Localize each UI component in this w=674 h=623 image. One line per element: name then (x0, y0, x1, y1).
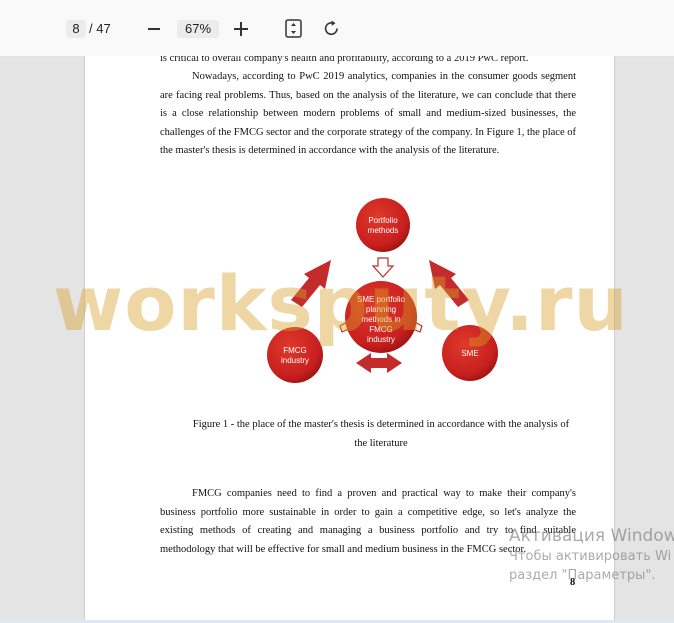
fit-page-icon[interactable] (285, 19, 302, 38)
label-top-2: methods (368, 226, 399, 235)
top-line-text: is critical to overall company's health … (160, 56, 529, 64)
arrow-left-diagonal (291, 260, 331, 307)
plus-icon[interactable] (234, 22, 248, 36)
label-center-1: SME portfolio (357, 295, 406, 304)
caption-line-2: the literature (354, 438, 408, 449)
label-left-2: industry (281, 356, 309, 365)
circle-left (267, 327, 323, 383)
arrow-right-diagonal (429, 260, 469, 307)
arrow-small-top (371, 257, 395, 278)
circle-top (356, 198, 410, 252)
page-total-label: / 47 (89, 21, 111, 36)
thesis-diagram: Portfolio methods SME portfolio planning… (267, 198, 498, 383)
label-center-2: planning (366, 305, 396, 314)
document-page: is critical to overall company's health … (84, 56, 615, 623)
label-center-4: FMCG (369, 325, 393, 334)
arrow-bottom-horizontal (356, 353, 402, 373)
label-top-1: Portfolio (368, 216, 398, 225)
label-left-1: FMCG (283, 346, 307, 355)
minus-icon[interactable] (148, 28, 160, 30)
paragraph-2: FMCG companies need to find a proven and… (160, 488, 576, 555)
paragraph-1: Nowadays, according to PwC 2019 analytic… (160, 71, 576, 157)
label-center-3: methods in (361, 315, 400, 324)
figure-caption: Figure 1 - the place of the master's the… (175, 415, 587, 453)
page-number-input[interactable]: 8 (66, 20, 86, 38)
zoom-level-input[interactable]: 67% (177, 20, 219, 38)
label-center-5: industry (367, 335, 395, 344)
rotate-icon[interactable] (322, 19, 341, 38)
page-number-footer: 8 (570, 577, 576, 588)
label-right-1: SME (461, 349, 478, 358)
pdf-toolbar: 8 / 47 67% (0, 0, 674, 57)
caption-line-1: Figure 1 - the place of the master's the… (192, 419, 570, 430)
